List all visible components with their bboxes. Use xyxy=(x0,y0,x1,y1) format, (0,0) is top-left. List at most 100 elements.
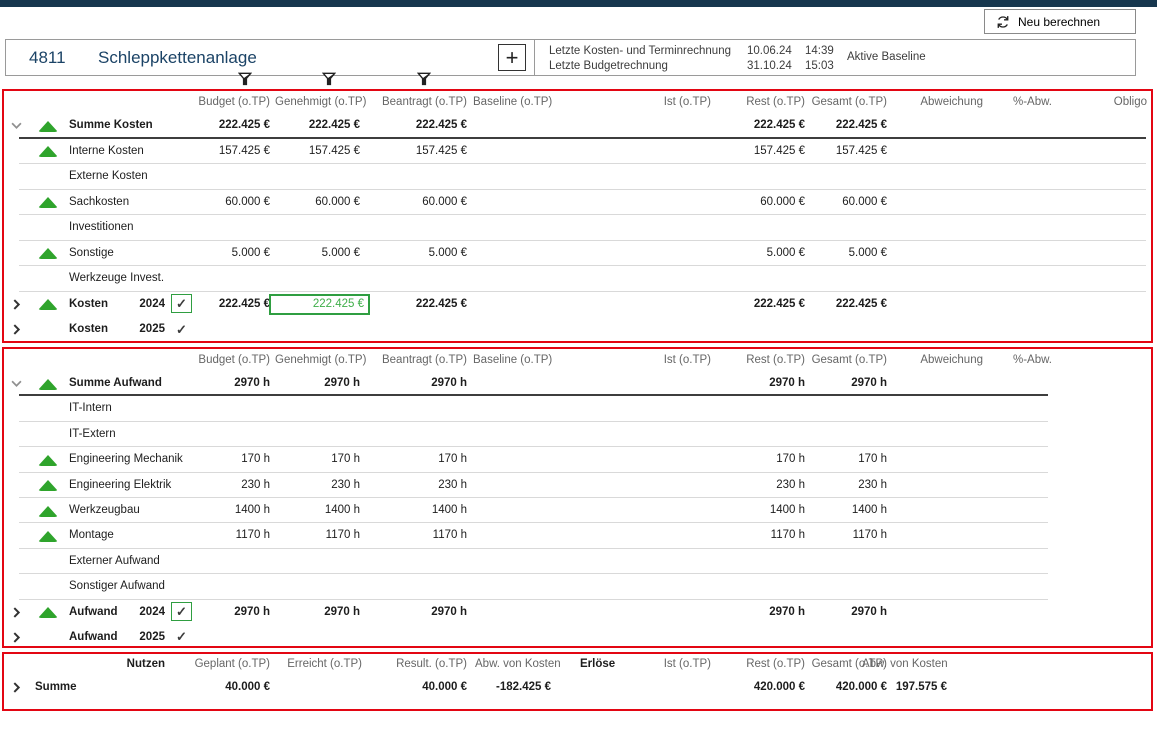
cell-result: 40.000 € xyxy=(377,674,467,700)
row-label: Sonstiger Aufwand xyxy=(69,574,165,599)
trend-up-indicator xyxy=(38,146,58,157)
cell-beantragt: 5.000 € xyxy=(377,241,467,267)
cell-geplant: 40.000 € xyxy=(177,674,270,700)
cell-budget: 1170 h xyxy=(185,523,270,548)
cell-beantragt: 2970 h xyxy=(377,600,467,625)
table-row: Kosten2024✓222.425 €222.425 €222.425 €22… xyxy=(5,292,1146,318)
recalculate-label: Neu berechnen xyxy=(1018,15,1100,29)
cell-rest: 2970 h xyxy=(723,371,805,396)
table-row: Sonstiger Aufwand xyxy=(5,574,1048,599)
cell-rest: 222.425 € xyxy=(723,292,805,318)
recalculate-button[interactable]: Neu berechnen xyxy=(984,9,1136,34)
column-header-abweichung: Abweichung xyxy=(897,349,983,371)
filter-icon[interactable] xyxy=(417,72,431,86)
trend-up-indicator xyxy=(38,299,58,310)
cell-rest: 420.000 € xyxy=(723,674,805,700)
cell-gesamt: 5.000 € xyxy=(811,241,887,267)
cell-genehmigt: 230 h xyxy=(275,473,360,498)
chevron-right-icon[interactable] xyxy=(11,600,25,625)
row-label: IT-Intern xyxy=(69,396,112,421)
column-header-ist: Ist (o.TP) xyxy=(635,655,711,674)
cell-rest: 1400 h xyxy=(723,498,805,523)
trend-up-indicator xyxy=(38,248,58,259)
trend-up-indicator xyxy=(38,480,58,491)
cell-genehmigt: 60.000 € xyxy=(275,190,360,216)
table-row: Kosten2025✓ xyxy=(5,317,1146,343)
trend-up-indicator xyxy=(38,455,58,466)
cell-budget: 157.425 € xyxy=(185,139,270,165)
cell-rest: 2970 h xyxy=(723,600,805,625)
cell-budget: 1400 h xyxy=(185,498,270,523)
cell-beantragt: 222.425 € xyxy=(377,292,467,318)
column-header-beantragt: Beantragt (o.TP) xyxy=(377,349,467,371)
table-row: Aufwand2025✓ xyxy=(5,625,1048,650)
row-label: Engineering Elektrik xyxy=(69,473,171,498)
chevron-right-icon[interactable] xyxy=(11,317,25,343)
column-header-rest: Rest (o.TP) xyxy=(723,655,805,674)
chevron-down-icon[interactable] xyxy=(11,371,25,396)
chevron-right-icon[interactable] xyxy=(11,625,25,650)
trend-up-indicator xyxy=(38,506,58,517)
cell-beantragt: 1400 h xyxy=(377,498,467,523)
row-label: Sachkosten xyxy=(69,190,129,216)
chevron-right-icon[interactable] xyxy=(11,674,25,700)
cell-abw2: 197.575 € xyxy=(862,674,947,700)
cell-genehmigt: 1400 h xyxy=(275,498,360,523)
cell-gesamt: 2970 h xyxy=(811,371,887,396)
year-checkbox[interactable]: ✓ xyxy=(171,320,192,339)
cell-beantragt: 170 h xyxy=(377,447,467,472)
column-header-pabw: %-Abw. xyxy=(995,91,1052,113)
column-header-geplant: Geplant (o.TP) xyxy=(177,655,270,674)
year-checkbox[interactable]: ✓ xyxy=(171,628,192,647)
table-row: Engineering Mechanik170 h170 h170 h170 h… xyxy=(5,447,1048,472)
table-row: Summe40.000 €40.000 €-182.425 €420.000 €… xyxy=(5,674,1146,700)
cell-beantragt: 1170 h xyxy=(377,523,467,548)
summe-table: NutzenGeplant (o.TP)Erreicht (o.TP)Resul… xyxy=(5,655,1146,700)
add-button[interactable]: + xyxy=(498,44,526,71)
cell-budget: 60.000 € xyxy=(185,190,270,216)
chevron-down-icon[interactable] xyxy=(11,113,25,139)
kosten-table: Budget (o.TP)Genehmigt (o.TP) Beantragt (… xyxy=(5,91,1146,343)
refresh-icon xyxy=(995,14,1011,30)
cell-genehmigt: 5.000 € xyxy=(275,241,360,267)
column-header-beantragt: Beantragt (o.TP) xyxy=(377,91,467,113)
row-label: Montage xyxy=(69,523,114,548)
row-year: 2024 xyxy=(131,600,165,625)
cell-budget: 170 h xyxy=(185,447,270,472)
cell-rest: 222.425 € xyxy=(723,113,805,139)
cell-gesamt: 2970 h xyxy=(811,600,887,625)
cell-gesamt: 170 h xyxy=(811,447,887,472)
row-label: Werkzeugbau xyxy=(69,498,140,523)
table-row: Investitionen xyxy=(5,215,1146,241)
row-label: Werkzeuge Invest. xyxy=(69,266,164,292)
row-label: Summe Aufwand xyxy=(69,371,162,396)
table-row: Aufwand2024✓2970 h2970 h2970 h2970 h2970… xyxy=(5,600,1048,625)
cell-genehmigt: 170 h xyxy=(275,447,360,472)
column-header-budget: Budget (o.TP) xyxy=(185,91,270,113)
last-cost-calc-date: 10.06.24 xyxy=(747,44,792,58)
cell-gesamt: 157.425 € xyxy=(811,139,887,165)
table-row: Engineering Elektrik230 h230 h230 h230 h… xyxy=(5,473,1048,498)
table-row: Sonstige5.000 €5.000 €5.000 €5.000 €5.00… xyxy=(5,241,1146,267)
trend-up-indicator xyxy=(38,379,58,390)
cell-budget: 222.425 € xyxy=(185,292,270,318)
cell-rest: 5.000 € xyxy=(723,241,805,267)
filter-icon[interactable] xyxy=(322,72,336,86)
cell-beantragt: 222.425 € xyxy=(377,113,467,139)
cell-gesamt: 230 h xyxy=(811,473,887,498)
column-header-genehmigt: Genehmigt (o.TP) xyxy=(275,349,360,371)
last-budget-calc-time: 15:03 xyxy=(805,59,834,73)
table-row: Externer Aufwand xyxy=(5,549,1048,574)
aufwand-table: Budget (o.TP)Genehmigt (o.TP)Beantragt (… xyxy=(5,349,1048,650)
cell-beantragt: 157.425 € xyxy=(377,139,467,165)
cell-rest: 170 h xyxy=(723,447,805,472)
selected-cell-genehmigt[interactable]: 222.425 € xyxy=(269,294,370,315)
table-row: Externe Kosten xyxy=(5,164,1146,190)
table-row: Summe Kosten222.425 €222.425 €222.425 €2… xyxy=(5,113,1146,139)
row-label: Externer Aufwand xyxy=(69,549,160,574)
column-header-rest: Rest (o.TP) xyxy=(723,349,805,371)
column-header-genehmigt: Genehmigt (o.TP) xyxy=(275,91,360,113)
row-label: Aufwand xyxy=(69,625,118,650)
filter-icon[interactable] xyxy=(238,72,252,86)
chevron-right-icon[interactable] xyxy=(11,292,25,318)
